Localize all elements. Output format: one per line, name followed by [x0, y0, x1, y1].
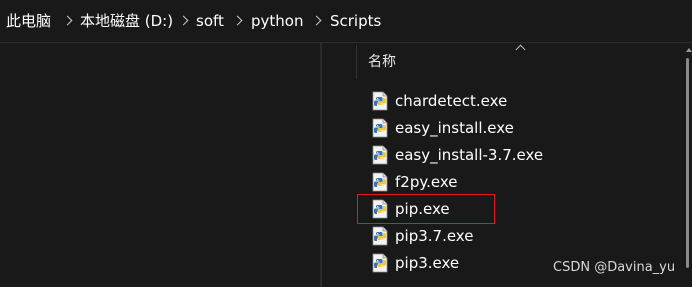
file-name: pip3.exe: [395, 254, 460, 272]
file-name: easy_install.exe: [395, 119, 514, 137]
python-file-icon: [372, 145, 388, 165]
file-item[interactable]: easy_install.exe: [366, 116, 566, 140]
breadcrumb-item-soft[interactable]: soft: [196, 10, 224, 32]
watermark-text: CSDN @Davina_yu: [553, 260, 676, 275]
chevron-right-icon[interactable]: [178, 15, 189, 26]
file-item[interactable]: f2py.exe: [366, 170, 566, 194]
file-item[interactable]: chardetect.exe: [366, 89, 566, 113]
file-item[interactable]: easy_install-3.7.exe: [366, 143, 566, 167]
python-file-icon: [372, 172, 388, 192]
breadcrumb: 此电脑 本地磁盘 (D:) soft python Scripts: [0, 0, 692, 43]
file-name: easy_install-3.7.exe: [395, 146, 544, 164]
column-header-name[interactable]: 名称: [368, 52, 396, 72]
file-item[interactable]: pip3.exe: [366, 251, 566, 275]
file-name: chardetect.exe: [395, 92, 508, 110]
file-name: pip3.7.exe: [395, 227, 474, 245]
navigation-pane[interactable]: [0, 43, 320, 287]
file-name: f2py.exe: [395, 173, 458, 191]
python-file-icon: [372, 91, 388, 111]
breadcrumb-item-python[interactable]: python: [251, 10, 303, 32]
breadcrumb-item-scripts[interactable]: Scripts: [330, 10, 381, 32]
python-file-icon: [372, 226, 388, 246]
chevron-right-icon[interactable]: [62, 15, 73, 26]
scroll-up-arrow-icon[interactable]: [686, 48, 692, 52]
breadcrumb-item-this-pc[interactable]: 此电脑: [6, 10, 51, 32]
scrollbar-thumb[interactable]: [686, 58, 689, 268]
column-divider: [356, 45, 357, 79]
chevron-right-icon[interactable]: [232, 15, 243, 26]
file-item[interactable]: pip3.7.exe: [366, 224, 566, 248]
highlight-annotation-box: [357, 194, 495, 224]
python-file-icon: [372, 118, 388, 138]
chevron-right-icon[interactable]: [311, 15, 322, 26]
python-file-icon: [372, 253, 388, 273]
breadcrumb-item-local-disk[interactable]: 本地磁盘 (D:): [80, 10, 173, 32]
